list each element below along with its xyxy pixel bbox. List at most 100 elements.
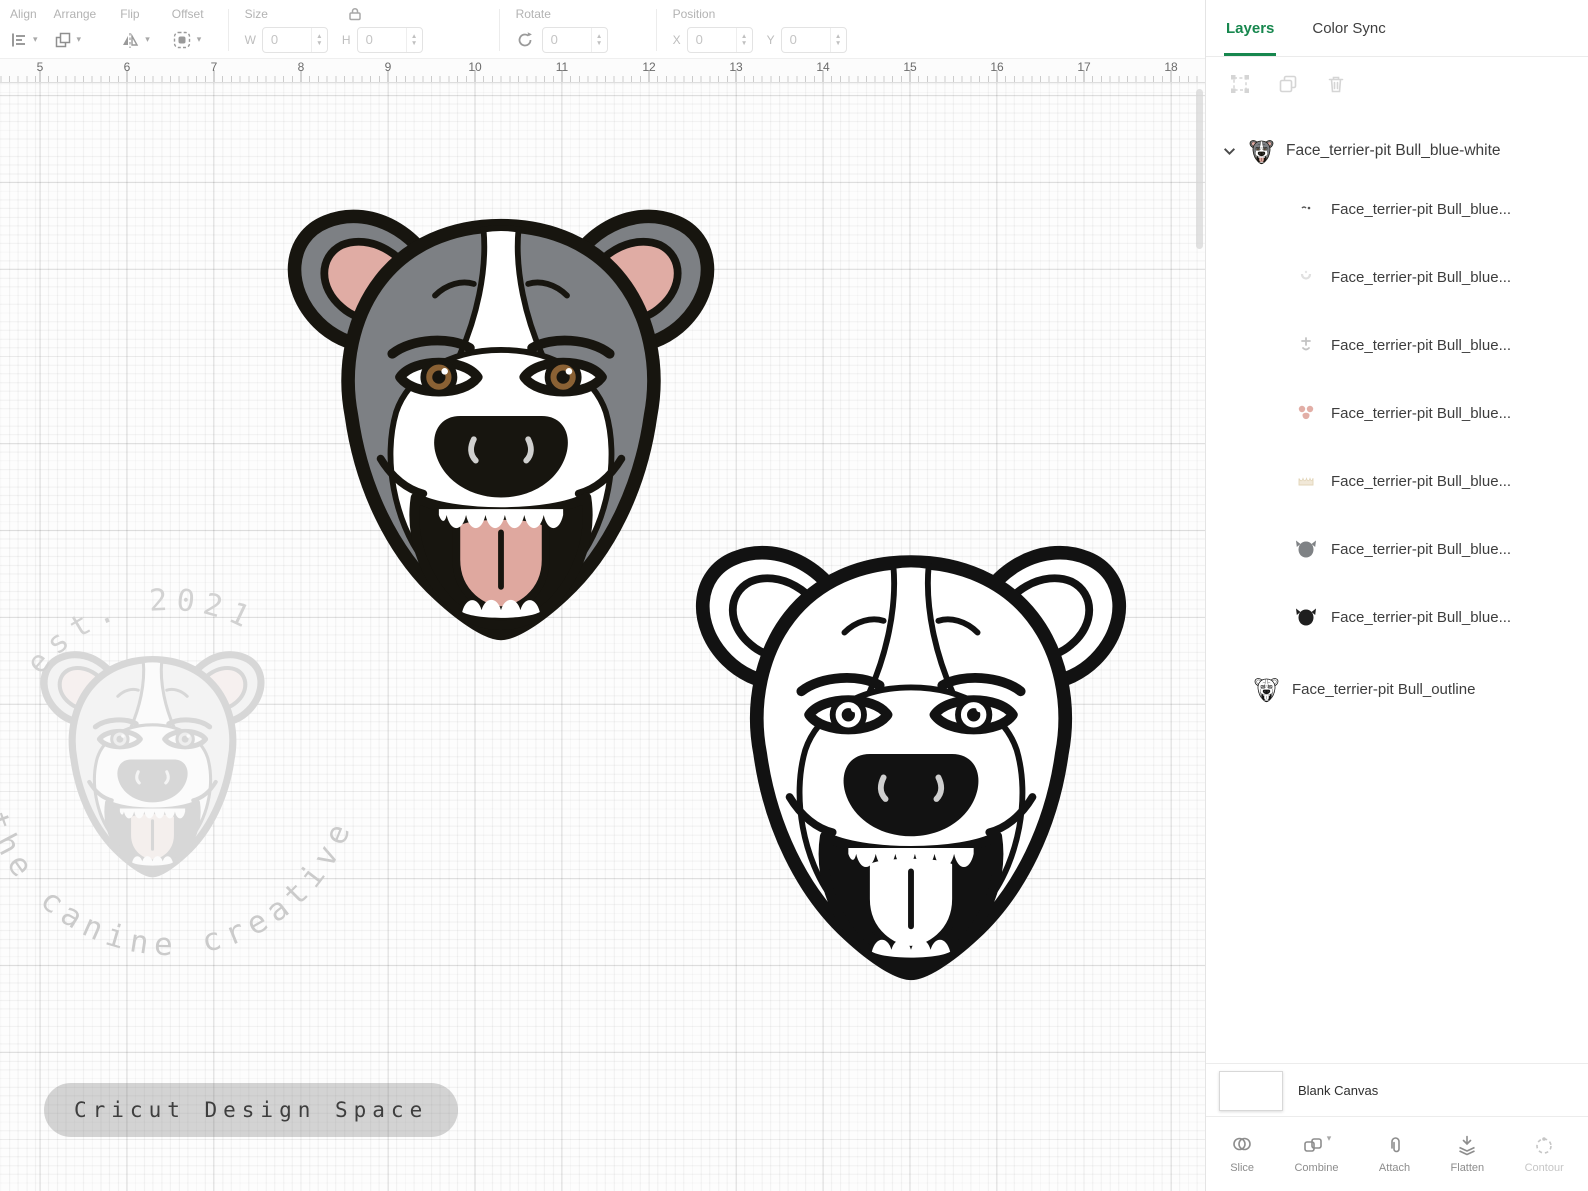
group-icon bbox=[1231, 75, 1249, 93]
ruler-number: 13 bbox=[729, 60, 743, 74]
offset-button[interactable]: ▾ bbox=[172, 26, 204, 53]
layer-thumbnail bbox=[1292, 196, 1319, 223]
stepper-arrows-icon[interactable]: ▲ ▼ bbox=[405, 27, 422, 52]
flip-label: Flip bbox=[120, 7, 140, 21]
stepper-arrows-icon[interactable]: ▲ ▼ bbox=[735, 27, 752, 52]
ruler-number: 15 bbox=[903, 60, 917, 74]
flatten-button[interactable]: Flatten bbox=[1450, 1134, 1485, 1174]
canvas-color-swatch[interactable] bbox=[1219, 1070, 1283, 1111]
ruler-number: 6 bbox=[123, 60, 131, 74]
layer-thumbnail bbox=[1292, 264, 1319, 291]
tab-layers-label: Layers bbox=[1226, 19, 1275, 37]
x-label: X bbox=[672, 32, 681, 47]
tab-layers[interactable]: Layers bbox=[1223, 0, 1277, 56]
width-input[interactable]: ▲▼ bbox=[261, 26, 328, 53]
canvas-object-pitbull-color[interactable] bbox=[268, 171, 734, 657]
stepper-arrows-icon[interactable]: ▲ ▼ bbox=[310, 27, 327, 52]
ruler-number: 7 bbox=[210, 60, 218, 74]
lock-icon bbox=[348, 7, 361, 21]
layer-thumbnail bbox=[1292, 536, 1319, 563]
tab-color-sync[interactable]: Color Sync bbox=[1312, 0, 1385, 56]
layer-row[interactable]: Face_terrier-pit Bull_blue... bbox=[1206, 379, 1588, 447]
offset-icon bbox=[173, 31, 190, 48]
chevron-down-icon: ▾ bbox=[145, 34, 150, 44]
design-canvas[interactable]: est. 2021 the canine creative Cricut Des… bbox=[0, 83, 1205, 1191]
size-group: Size W ▲▼ H ▲▼ bbox=[245, 7, 483, 53]
size-label: Size bbox=[244, 7, 268, 21]
layer-group-row[interactable]: Face_terrier-pit Bull_blue-white bbox=[1206, 127, 1588, 175]
group-button[interactable] bbox=[1230, 74, 1250, 99]
ruler-number: 11 bbox=[555, 60, 569, 74]
watermark-badge: Cricut Design Space bbox=[44, 1083, 459, 1137]
ruler-number: 9 bbox=[384, 60, 392, 74]
svg-text:the canine creative: the canine creative bbox=[0, 807, 360, 963]
stepper-arrows-icon[interactable]: ▲ ▼ bbox=[590, 27, 607, 52]
layer-thumbnail bbox=[1292, 400, 1319, 427]
align-button[interactable]: ▾ bbox=[10, 26, 38, 53]
layer-row[interactable]: Face_terrier-pit Bull_blue... bbox=[1206, 243, 1588, 311]
layer-row[interactable]: Face_terrier-pit Bull_blue... bbox=[1206, 515, 1588, 583]
duplicate-button[interactable] bbox=[1278, 74, 1298, 99]
rotate-input[interactable]: ▲▼ bbox=[541, 26, 608, 53]
flatten-icon bbox=[1459, 1135, 1476, 1156]
attach-icon bbox=[1390, 1137, 1400, 1153]
slice-button[interactable]: Slice bbox=[1230, 1134, 1254, 1174]
arrange-button[interactable]: ▾ bbox=[54, 26, 97, 53]
tab-color-sync-label: Color Sync bbox=[1312, 19, 1386, 37]
chevron-down-icon: ▾ bbox=[196, 34, 202, 44]
ruler-major-ticks bbox=[0, 70, 1205, 82]
layer-row[interactable]: Face_terrier-pit Bull_blue... bbox=[1206, 447, 1588, 515]
delete-button[interactable] bbox=[1326, 74, 1346, 99]
layer-row[interactable]: Face_terrier-pit Bull_blue... bbox=[1206, 175, 1588, 243]
flip-group: Flip ▾ bbox=[120, 7, 150, 53]
flip-icon bbox=[123, 32, 139, 48]
contour-icon bbox=[1536, 1137, 1552, 1154]
layer-row[interactable]: Face_terrier-pit Bull_blue... bbox=[1206, 583, 1588, 651]
rotate-group: Rotate ▲▼ bbox=[516, 7, 640, 53]
toolbar-divider bbox=[655, 9, 657, 51]
layer-outline-row[interactable]: Face_terrier-pit Bull_outline bbox=[1206, 663, 1588, 715]
canvas-object-pitbull-outline[interactable] bbox=[676, 507, 1146, 997]
stepper-arrows-icon[interactable]: ▲ ▼ bbox=[829, 27, 846, 52]
layer-label: Face_terrier-pit Bull_blue... bbox=[1331, 200, 1512, 218]
offset-group: Offset ▾ bbox=[172, 7, 204, 53]
height-input[interactable]: ▲▼ bbox=[356, 26, 423, 53]
flip-button[interactable]: ▾ bbox=[120, 26, 150, 53]
layer-list: Face_terrier-pit Bull_blue-white Face_te… bbox=[1206, 107, 1588, 715]
edit-toolbar: Align ▾ Arrange ▾ Flip ▾ Offset ▾ Size W… bbox=[0, 0, 1205, 58]
chevron-down-icon: ▾ bbox=[1326, 1133, 1332, 1143]
ruler-number: 18 bbox=[1164, 60, 1178, 74]
y-label: Y bbox=[766, 32, 775, 47]
blank-canvas-label: Blank Canvas bbox=[1298, 1083, 1379, 1098]
arrange-icon bbox=[55, 32, 70, 47]
combine-button[interactable]: ▾ Combine bbox=[1294, 1133, 1338, 1175]
toolbar-divider bbox=[227, 9, 229, 51]
flatten-label: Flatten bbox=[1450, 1162, 1485, 1174]
svg-text:est. 2021: est. 2021 bbox=[20, 583, 262, 681]
combine-icon bbox=[1303, 1138, 1322, 1152]
layer-row[interactable]: Face_terrier-pit Bull_blue... bbox=[1206, 311, 1588, 379]
rotate-label: Rotate bbox=[515, 7, 551, 21]
width-label: W bbox=[244, 32, 256, 47]
canvas-scrollbar[interactable] bbox=[1196, 89, 1203, 249]
slice-icon bbox=[1233, 1137, 1251, 1151]
chevron-down-icon[interactable] bbox=[1222, 144, 1237, 159]
ruler-number: 5 bbox=[36, 60, 44, 74]
layers-panel: Layers Color Sync Face_terrier-pit Bull_… bbox=[1205, 0, 1588, 1191]
contour-button[interactable]: Contour bbox=[1525, 1134, 1564, 1174]
rotate-icon bbox=[518, 31, 532, 46]
layer-thumbnail bbox=[1253, 676, 1280, 703]
arrange-label: Arrange bbox=[53, 7, 97, 21]
y-position-input[interactable]: ▲▼ bbox=[780, 26, 847, 53]
contour-label: Contour bbox=[1524, 1162, 1564, 1174]
align-label: Align bbox=[10, 7, 37, 21]
x-position-input[interactable]: ▲▼ bbox=[686, 26, 753, 53]
blank-canvas-row[interactable]: Blank Canvas bbox=[1206, 1063, 1588, 1117]
position-label: Position bbox=[672, 7, 716, 21]
layer-label: Face_terrier-pit Bull_blue... bbox=[1331, 540, 1512, 558]
attach-button[interactable]: Attach bbox=[1379, 1134, 1410, 1174]
size-lock-button[interactable] bbox=[347, 6, 363, 27]
layer-label: Face_terrier-pit Bull_blue... bbox=[1331, 472, 1512, 490]
height-label: H bbox=[341, 32, 351, 47]
ruler-number: 16 bbox=[990, 60, 1004, 74]
